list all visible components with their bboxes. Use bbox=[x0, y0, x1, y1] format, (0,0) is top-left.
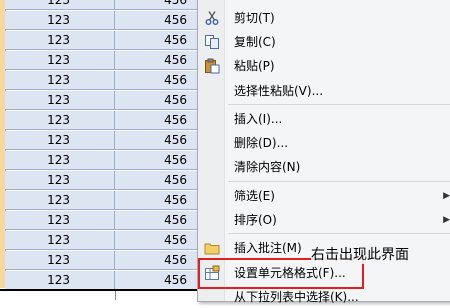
cell[interactable]: 123 bbox=[5, 151, 115, 170]
cell[interactable]: 123 bbox=[5, 0, 115, 10]
menu-item-copy[interactable]: 复制(C) bbox=[198, 31, 450, 53]
cell[interactable]: 123 bbox=[5, 91, 115, 110]
cell[interactable]: 456 bbox=[115, 111, 201, 130]
menu-item-filter[interactable]: 筛选(E) ▶ bbox=[198, 185, 450, 207]
submenu-arrow-icon: ▶ bbox=[443, 191, 450, 201]
cell[interactable]: 456 bbox=[115, 151, 201, 170]
menu-separator bbox=[228, 233, 450, 234]
column-divider bbox=[115, 291, 116, 300]
scissors-icon bbox=[204, 10, 220, 26]
cell[interactable]: 123 bbox=[5, 171, 115, 190]
menu-separator bbox=[228, 104, 450, 105]
menu-item-label: 选择性粘贴(V)... bbox=[234, 84, 324, 98]
menu-item-insert[interactable]: 插入(I)... bbox=[198, 108, 450, 130]
cell[interactable]: 456 bbox=[115, 231, 201, 250]
menu-item-paste-special[interactable]: 选择性粘贴(V)... bbox=[198, 80, 450, 102]
cell[interactable]: 456 bbox=[115, 171, 201, 190]
cell[interactable]: 456 bbox=[115, 251, 201, 270]
menu-item-label: 从下拉列表中选择(K)... bbox=[234, 290, 359, 304]
cell[interactable]: 456 bbox=[115, 51, 201, 70]
folder-comment-icon bbox=[204, 240, 220, 256]
cell[interactable]: 123 bbox=[5, 11, 115, 30]
menu-item-cut[interactable]: 剪切(T) bbox=[198, 7, 450, 29]
cell[interactable]: 456 bbox=[115, 0, 201, 10]
cell[interactable]: 123 bbox=[5, 111, 115, 130]
menu-item-label: 复制(C) bbox=[234, 35, 276, 49]
cell[interactable]: 123 bbox=[5, 191, 115, 210]
menu-separator bbox=[228, 181, 450, 182]
cell[interactable]: 456 bbox=[115, 91, 201, 110]
menu-item-label: 剪切(T) bbox=[234, 11, 275, 25]
cell[interactable]: 456 bbox=[115, 11, 201, 30]
menu-item-label: 插入(I)... bbox=[234, 112, 283, 126]
menu-item-label: 插入批注(M) bbox=[234, 241, 302, 255]
menu-item-pick-from-list[interactable]: 从下拉列表中选择(K)... bbox=[198, 286, 450, 308]
cell[interactable]: 456 bbox=[115, 131, 201, 150]
cell[interactable]: 456 bbox=[115, 71, 201, 90]
menu-item-sort[interactable]: 排序(O) ▶ bbox=[198, 209, 450, 231]
cell[interactable]: 456 bbox=[115, 211, 201, 230]
menu-item-label: 粘贴(P) bbox=[234, 59, 275, 73]
cell[interactable]: 123 bbox=[5, 71, 115, 90]
menu-item-label: 筛选(E) bbox=[234, 189, 275, 203]
copy-icon bbox=[204, 34, 220, 50]
menu-item-delete[interactable]: 删除(D)... bbox=[198, 132, 450, 154]
menu-item-label: 清除内容(N) bbox=[234, 160, 301, 174]
clipboard-icon bbox=[204, 58, 220, 74]
cell[interactable]: 456 bbox=[115, 271, 201, 290]
cell[interactable]: 123 bbox=[5, 271, 115, 290]
menu-item-clear-contents[interactable]: 清除内容(N) bbox=[198, 156, 450, 178]
cell[interactable]: 123 bbox=[5, 251, 115, 270]
menu-item-paste[interactable]: 粘贴(P) bbox=[198, 55, 450, 77]
cell[interactable]: 123 bbox=[5, 131, 115, 150]
annotation-text: 右击出现此界面 bbox=[311, 244, 409, 264]
cell[interactable]: 456 bbox=[115, 31, 201, 50]
cell[interactable]: 123 bbox=[5, 31, 115, 50]
cell[interactable]: 123 bbox=[5, 231, 115, 250]
cell[interactable]: 123 bbox=[5, 211, 115, 230]
cell[interactable]: 456 bbox=[115, 191, 201, 210]
submenu-arrow-icon: ▶ bbox=[443, 215, 450, 225]
menu-item-label: 删除(D)... bbox=[234, 136, 289, 150]
menu-item-label: 排序(O) bbox=[234, 213, 277, 227]
cell[interactable]: 123 bbox=[5, 51, 115, 70]
